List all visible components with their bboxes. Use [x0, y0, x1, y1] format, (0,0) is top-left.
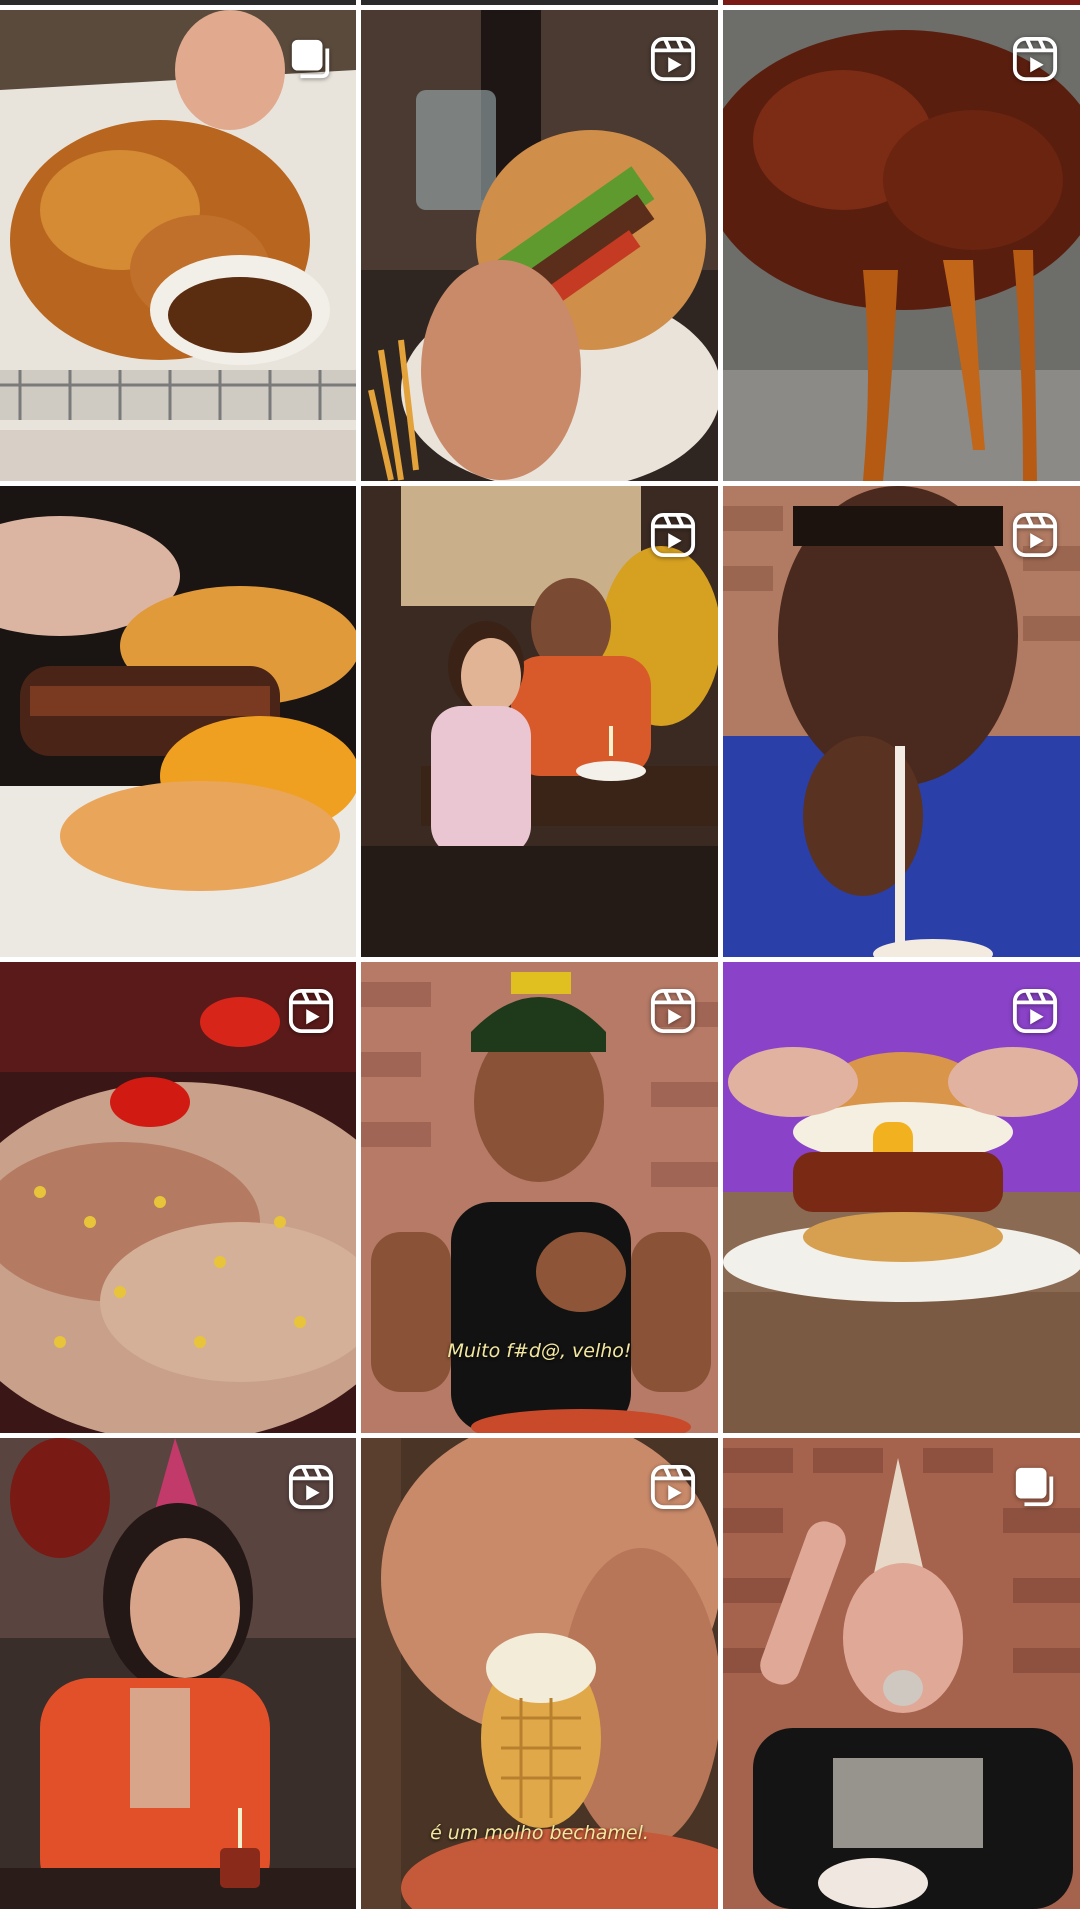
reel-icon — [650, 512, 696, 558]
previous-row-edge — [723, 0, 1080, 5]
reel-icon — [650, 988, 696, 1034]
post-tile-egg-burger[interactable] — [723, 962, 1080, 1433]
profile-posts-grid: Muito f#d@, velho! é um molho bechamel. — [0, 0, 1080, 1916]
reel-icon — [650, 36, 696, 82]
post-tile-birthday-man[interactable] — [723, 1438, 1080, 1909]
carousel-icon — [288, 36, 334, 82]
post-tile-pulled-pork[interactable] — [0, 962, 356, 1433]
post-thumbnail — [0, 486, 356, 957]
post-tile-woman-talking[interactable]: Muito f#d@, velho! — [361, 962, 718, 1433]
reel-icon — [288, 988, 334, 1034]
previous-row-edge — [361, 0, 718, 5]
post-tile-birthday-woman[interactable] — [0, 1438, 356, 1909]
previous-row-edge — [0, 0, 356, 5]
post-tile-straw-sip[interactable] — [723, 486, 1080, 957]
reel-icon — [288, 1464, 334, 1510]
video-caption: é um molho bechamel. — [430, 1822, 649, 1844]
post-tile-cheeseburger[interactable] — [0, 486, 356, 957]
reel-icon — [1012, 988, 1058, 1034]
reel-icon — [650, 1464, 696, 1510]
post-tile-waffle[interactable]: é um molho bechamel. — [361, 1438, 718, 1909]
post-tile-birthday-girl[interactable] — [361, 486, 718, 957]
post-tile-burger-hand[interactable] — [361, 10, 718, 481]
carousel-icon — [1012, 1464, 1058, 1510]
reel-icon — [1012, 512, 1058, 558]
post-tile-sauce-drip[interactable] — [723, 10, 1080, 481]
video-caption: Muito f#d@, velho! — [447, 1340, 632, 1362]
post-tile-fried-chicken[interactable] — [0, 10, 356, 481]
reel-icon — [1012, 36, 1058, 82]
